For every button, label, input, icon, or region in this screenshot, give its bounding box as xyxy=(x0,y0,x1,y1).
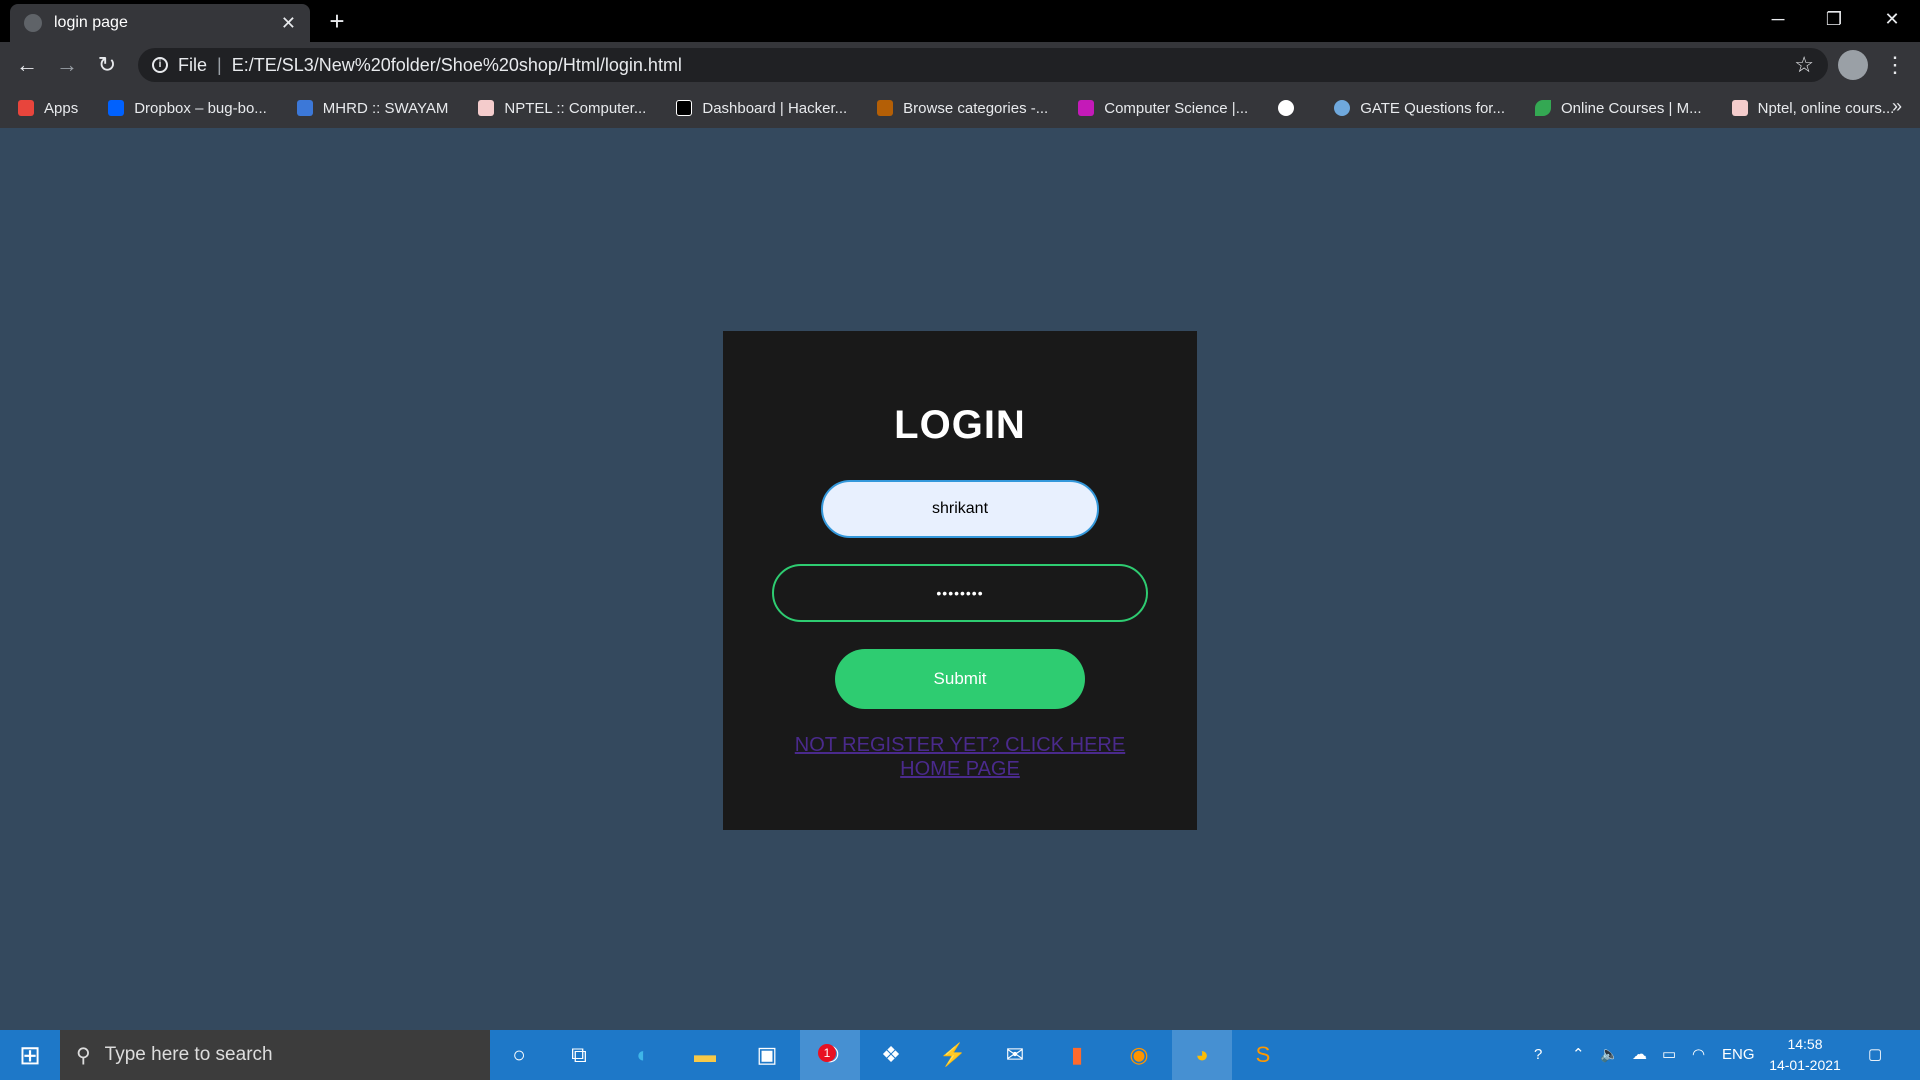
home-page-link[interactable]: HOME PAGE xyxy=(723,757,1197,781)
scheme-label: File xyxy=(178,54,208,75)
swayam-icon xyxy=(296,100,313,116)
vscode-icon[interactable]: ⚡ xyxy=(936,1038,970,1072)
search-icon: ⚲ xyxy=(76,1044,91,1067)
password-input[interactable] xyxy=(772,564,1148,622)
clock-time: 14:58 xyxy=(1787,1036,1823,1052)
leaf-icon xyxy=(1534,100,1551,116)
bookmark-label: MHRD :: SWAYAM xyxy=(322,99,449,117)
bookmark-browse[interactable]: Browse categories -... xyxy=(877,100,1048,117)
more-bookmarks-icon[interactable]: » xyxy=(1892,96,1902,117)
info-icon[interactable]: i xyxy=(152,57,168,73)
back-icon[interactable]: ← xyxy=(12,50,42,80)
battery-icon[interactable]: ▭ xyxy=(1662,1030,1676,1080)
bookmark-dropbox[interactable]: Dropbox – bug-bo... xyxy=(108,100,267,117)
taskbar: ⊞ ⚲ Type here to search ○ ⧉ ◐ ▬ ▣ ✆1 ❖ ⚡… xyxy=(0,1030,1920,1080)
bookmark-label: Browse categories -... xyxy=(903,99,1049,117)
bookmark-nptel-2[interactable]: Nptel, online cours... xyxy=(1731,99,1895,117)
bookmark-star-icon[interactable]: ☆ xyxy=(1794,52,1814,78)
browser-tab[interactable]: login page ✕ xyxy=(10,4,310,42)
windows-start-icon[interactable]: ⊞ xyxy=(0,1030,60,1080)
register-link[interactable]: NOT REGISTER YET? CLICK HERE xyxy=(723,733,1197,757)
taskbar-search[interactable]: ⚲ Type here to search xyxy=(60,1030,490,1080)
dropbox-icon xyxy=(108,100,125,116)
help-icon[interactable]: ? xyxy=(1534,1030,1542,1080)
bookmark-swayam[interactable]: MHRD :: SWAYAM xyxy=(296,99,449,117)
file-explorer-icon[interactable]: ▬ xyxy=(688,1038,722,1072)
bookmark-globe[interactable] xyxy=(1278,100,1304,116)
nptel-icon xyxy=(478,100,495,116)
forward-icon[interactable]: → xyxy=(52,50,82,80)
minimize-icon[interactable]: ─ xyxy=(1750,0,1806,38)
bookmark-label: Dropbox – bug-bo... xyxy=(134,99,267,117)
notification-badge: 1 xyxy=(818,1044,836,1062)
address-bar[interactable]: i File | E:/TE/SL3/New%20folder/Shoe%20s… xyxy=(138,48,1828,82)
apps-grid-icon xyxy=(18,100,34,116)
browser-toolbar: ← → ↻ i File | E:/TE/SL3/New%20folder/Sh… xyxy=(0,42,1920,88)
system-clock[interactable]: 14:58 14-01-2021 xyxy=(1760,1034,1850,1076)
clock-date: 14-01-2021 xyxy=(1769,1057,1841,1073)
bookmark-gate[interactable]: GATE Questions for... xyxy=(1334,100,1505,117)
bookmark-hackerrank[interactable]: Dashboard | Hacker... xyxy=(676,100,847,117)
tab-title: login page xyxy=(54,14,128,31)
search-placeholder: Type here to search xyxy=(104,1044,273,1065)
show-hidden-icons[interactable]: ⌃ xyxy=(1572,1030,1585,1080)
new-tab-button[interactable]: + xyxy=(322,6,352,36)
username-input[interactable] xyxy=(821,480,1099,538)
login-card: LOGIN Submit NOT REGISTER YET? CLICK HER… xyxy=(723,331,1197,830)
bookmark-label: Online Courses | M... xyxy=(1560,99,1702,117)
bookmark-geeks[interactable]: Computer Science |... xyxy=(1078,100,1248,117)
bookmark-label: Apps xyxy=(44,99,79,117)
volume-icon[interactable]: 🔈 xyxy=(1600,1030,1619,1080)
submit-button[interactable]: Submit xyxy=(835,649,1085,709)
browse-icon xyxy=(877,100,894,116)
wifi-icon[interactable]: ◠ xyxy=(1692,1030,1705,1080)
language-indicator[interactable]: ENG xyxy=(1722,1030,1755,1080)
reload-icon[interactable]: ↻ xyxy=(92,50,122,80)
browser-tab-bar: login page ✕ + ─ ❐ ✕ xyxy=(0,0,1920,42)
dropbox-taskbar-icon[interactable]: ❖ xyxy=(874,1038,908,1072)
nptel-icon xyxy=(1731,100,1748,116)
bookmark-apps[interactable]: Apps xyxy=(18,100,78,117)
task-view-icon[interactable]: ⧉ xyxy=(562,1038,596,1072)
chrome-icon[interactable]: ◕ xyxy=(1172,1030,1232,1080)
login-links: NOT REGISTER YET? CLICK HERE HOME PAGE xyxy=(723,733,1197,781)
bookmarks-bar: Apps Dropbox – bug-bo... MHRD :: SWAYAM … xyxy=(0,88,1920,128)
bookmark-label: NPTEL :: Computer... xyxy=(504,99,647,117)
close-window-icon[interactable]: ✕ xyxy=(1864,0,1920,38)
page-title: LOGIN xyxy=(894,403,1026,447)
hackerrank-icon xyxy=(676,100,693,116)
restore-icon[interactable]: ❐ xyxy=(1806,0,1862,38)
bookmark-label: Nptel, online cours... xyxy=(1757,99,1895,117)
cortana-icon[interactable]: ○ xyxy=(502,1038,536,1072)
profile-avatar[interactable] xyxy=(1838,50,1868,80)
globe-icon xyxy=(24,14,42,32)
firefox-icon[interactable]: ◉ xyxy=(1122,1038,1156,1072)
store-icon[interactable]: ▣ xyxy=(750,1038,784,1072)
mail-icon[interactable]: ✉ xyxy=(998,1038,1032,1072)
bookmark-nptel[interactable]: NPTEL :: Computer... xyxy=(478,100,646,117)
address-separator: | xyxy=(217,54,222,75)
close-tab-icon[interactable]: ✕ xyxy=(281,13,296,34)
bookmark-online-courses[interactable]: Online Courses | M... xyxy=(1534,99,1702,117)
url-text[interactable]: E:/TE/SL3/New%20folder/Shoe%20shop/Html/… xyxy=(232,55,1795,76)
bookmark-label: Dashboard | Hacker... xyxy=(702,99,848,117)
sublime-icon[interactable]: S xyxy=(1246,1038,1280,1072)
onedrive-icon[interactable]: ☁ xyxy=(1632,1030,1647,1080)
whatsapp-icon[interactable]: ✆1 xyxy=(800,1030,860,1080)
notifications-icon[interactable]: ▢ xyxy=(1868,1030,1882,1080)
bookmark-label: Computer Science |... xyxy=(1104,99,1249,117)
edge-icon[interactable]: ◐ xyxy=(626,1038,660,1072)
browser-menu-icon[interactable]: ⋮ xyxy=(1880,50,1910,80)
gate-icon xyxy=(1334,100,1351,116)
office-icon[interactable]: ▮ xyxy=(1060,1038,1094,1072)
bookmark-label: GATE Questions for... xyxy=(1360,99,1505,117)
geeks-icon xyxy=(1078,100,1095,116)
globe-icon xyxy=(1278,100,1295,116)
